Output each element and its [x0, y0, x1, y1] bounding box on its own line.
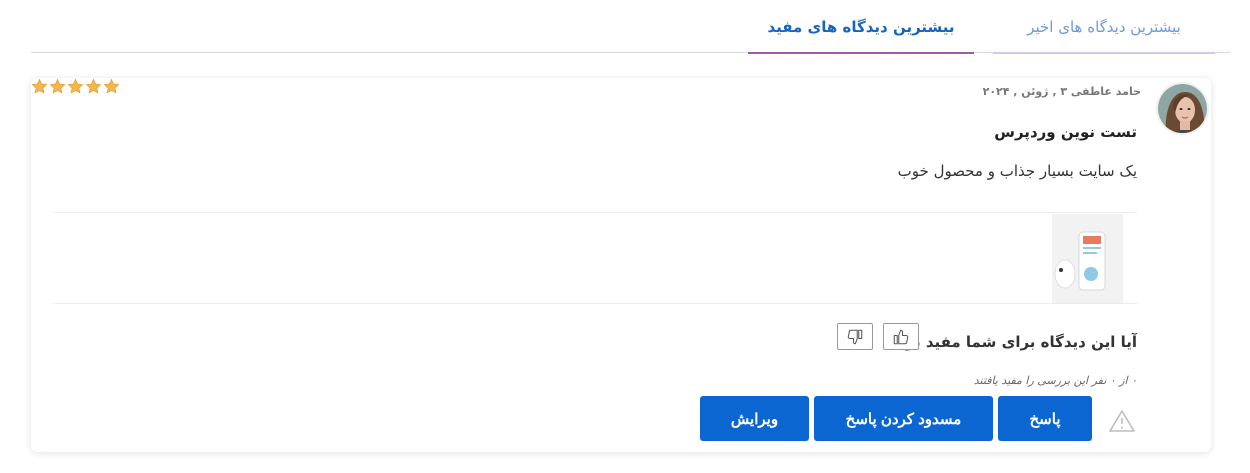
review-media: [54, 212, 1137, 304]
product-thumbnail[interactable]: [1052, 214, 1123, 303]
vote-up-button[interactable]: [883, 323, 919, 350]
warning-icon: [1109, 410, 1135, 432]
review-body: یک سایت بسیار جذاب و محصول خوب: [897, 162, 1137, 180]
helpful-question: آیا این دیدگاه برای شما مفید بود؟: [889, 333, 1137, 351]
tab-most-helpful[interactable]: بیشترین دیدگاه های مفید: [748, 0, 974, 54]
review-card: حامد عاطفی ۳ , ژوئن , ۲۰۲۴ تست نوین وردپ…: [31, 78, 1211, 452]
report-button[interactable]: [1108, 409, 1136, 433]
thumbs-down-icon: [847, 329, 863, 344]
vote-down-button[interactable]: [837, 323, 873, 350]
tab-most-recent[interactable]: بیشترین دیدگاه های اخیر: [993, 0, 1215, 54]
star-rating: [31, 78, 120, 95]
star-icon: [31, 78, 48, 94]
edit-button[interactable]: ویرایش: [700, 396, 809, 441]
product-image: [1052, 214, 1123, 303]
reply-button[interactable]: پاسخ: [998, 396, 1092, 441]
star-icon: [67, 78, 84, 94]
review-tabs: بیشترین دیدگاه های اخیر بیشترین دیدگاه ه…: [31, 0, 1230, 54]
helpful-stat: ۰ از ۰ نفر این بررسی را مفید یافتند: [973, 374, 1137, 387]
user-photo: [1158, 84, 1207, 133]
block-reply-button[interactable]: مسدود کردن پاسخ: [814, 396, 993, 441]
star-icon: [103, 78, 120, 94]
review-meta: حامد عاطفی ۳ , ژوئن , ۲۰۲۴: [982, 85, 1141, 98]
star-icon: [49, 78, 66, 94]
thumbs-up-icon: [893, 329, 909, 344]
avatar: [1156, 82, 1209, 135]
review-title: تست نوین وردپرس: [994, 123, 1137, 141]
star-icon: [85, 78, 102, 94]
